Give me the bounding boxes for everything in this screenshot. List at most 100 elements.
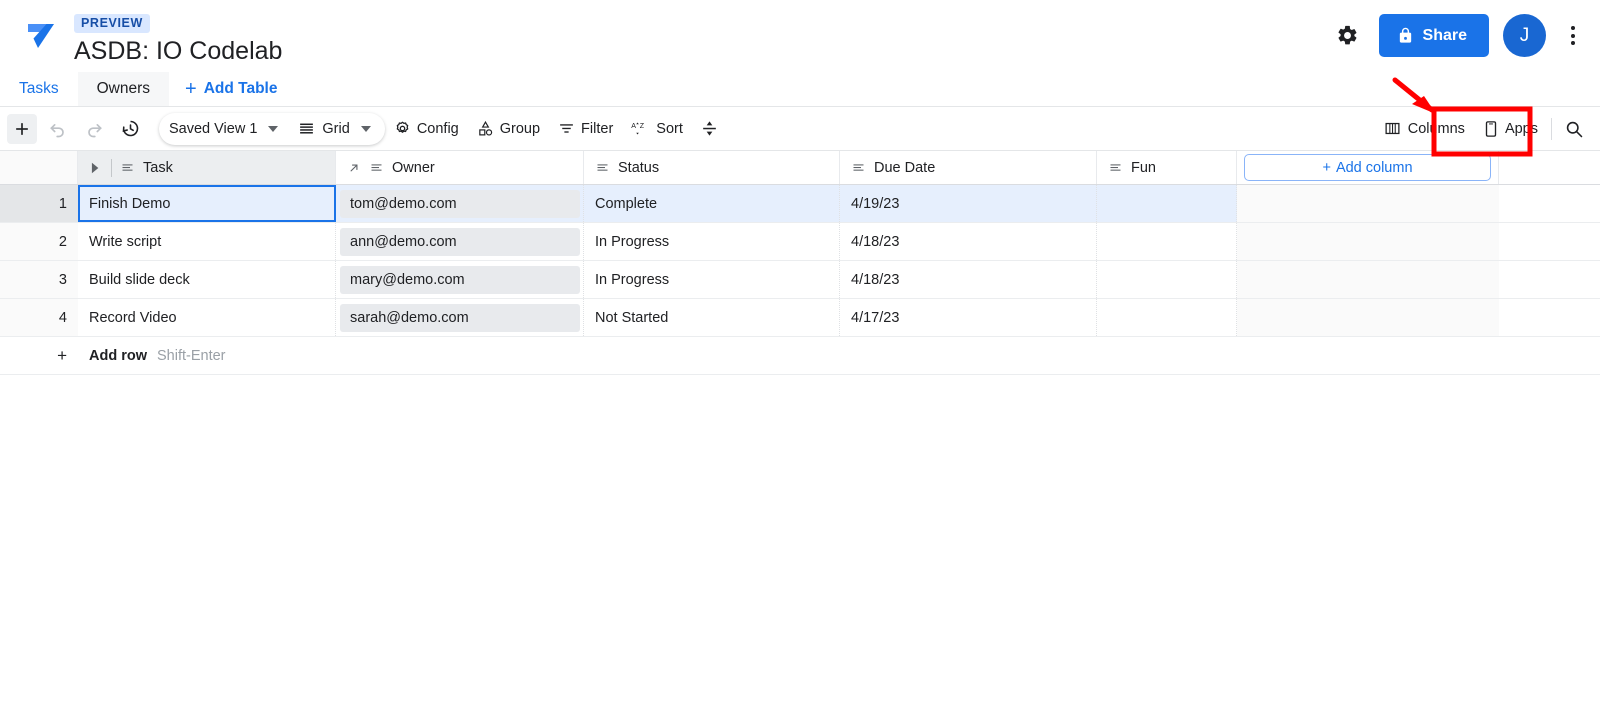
cell-due-date[interactable]: 4/19/23 (840, 185, 1097, 222)
add-column-button[interactable]: + Add column (1244, 154, 1491, 181)
owner-chip-wrap: sarah@demo.com (337, 304, 583, 332)
cell-empty-tail (1237, 223, 1499, 260)
text-lines-icon (120, 160, 135, 175)
table-row[interactable]: 4 Record Video sarah@demo.com Not Starte… (0, 299, 1600, 337)
column-header-due-date[interactable]: Due Date (840, 151, 1097, 184)
add-table-button[interactable]: + Add Table (169, 72, 291, 106)
redo-button[interactable] (79, 114, 109, 144)
avatar-initial: J (1520, 25, 1530, 47)
cell-status[interactable]: In Progress (584, 223, 840, 260)
plus-icon: + (57, 346, 67, 366)
column-header-label: Task (143, 160, 173, 176)
add-column-cell: + Add column (1237, 151, 1499, 184)
cell-owner[interactable]: tom@demo.com (336, 185, 584, 222)
cell-due-date[interactable]: 4/18/23 (840, 223, 1097, 260)
cell-owner[interactable]: sarah@demo.com (336, 299, 584, 336)
column-header-fun[interactable]: Fun (1097, 151, 1237, 184)
filter-button[interactable]: Filter (549, 113, 622, 145)
more-options-button[interactable] (1560, 19, 1586, 53)
group-button[interactable]: Group (468, 113, 549, 145)
cell-status[interactable]: Not Started (584, 299, 840, 336)
kebab-dot (1571, 34, 1575, 38)
cell-task[interactable]: Record Video (78, 299, 336, 336)
cell-fun[interactable] (1097, 185, 1237, 222)
row-number-header (0, 151, 78, 184)
apps-button[interactable]: Apps (1474, 113, 1547, 145)
tab-tasks[interactable]: Tasks (0, 72, 78, 106)
add-column-label: Add column (1336, 160, 1413, 176)
add-row-button[interactable]: Add row Shift-Enter (78, 348, 226, 364)
table-row[interactable]: 1 Finish Demo tom@demo.com Complete 4/19… (0, 185, 1600, 223)
plus-icon (12, 119, 32, 139)
column-header-label: Owner (392, 160, 435, 176)
cell-task[interactable]: Finish Demo (78, 185, 336, 222)
chevron-down-icon (361, 126, 371, 132)
owner-chip: sarah@demo.com (340, 304, 580, 332)
cell-fun[interactable] (1097, 299, 1237, 336)
cell-due-date[interactable]: 4/17/23 (840, 299, 1097, 336)
text-lines-icon (595, 160, 610, 175)
text-lines-icon (369, 160, 384, 175)
table-row[interactable]: 2 Write script ann@demo.com In Progress … (0, 223, 1600, 261)
cell-task[interactable]: Build slide deck (78, 261, 336, 298)
cell-empty-tail (1237, 185, 1499, 222)
cell-due-date[interactable]: 4/18/23 (840, 261, 1097, 298)
cell-status[interactable]: Complete (584, 185, 840, 222)
column-header-label: Fun (1131, 160, 1156, 176)
redo-icon (84, 119, 104, 139)
column-header-status[interactable]: Status (584, 151, 840, 184)
row-number[interactable]: 4 (0, 299, 78, 336)
column-header-task[interactable]: Task (78, 151, 336, 184)
kebab-dot (1571, 41, 1575, 45)
settings-button[interactable] (1331, 19, 1365, 53)
row-number[interactable]: 2 (0, 223, 78, 260)
cell-owner[interactable]: mary@demo.com (336, 261, 584, 298)
owner-chip: tom@demo.com (340, 190, 580, 218)
view-type-dropdown[interactable]: Grid (288, 114, 380, 144)
mobile-app-icon (1483, 120, 1499, 138)
group-label: Group (500, 121, 540, 137)
preview-badge: PREVIEW (74, 14, 150, 33)
app-header: PREVIEW ASDB: IO Codelab Share J (0, 0, 1600, 72)
share-button[interactable]: Share (1379, 14, 1489, 57)
row-number[interactable]: 1 (0, 185, 78, 222)
sort-az-icon: A Z (631, 120, 650, 137)
add-row[interactable]: + Add row Shift-Enter (0, 337, 1600, 375)
plus-icon: + (1322, 160, 1330, 176)
undo-icon (48, 119, 68, 139)
add-record-button[interactable] (7, 114, 37, 144)
tab-owners[interactable]: Owners (78, 72, 169, 106)
owner-chip-wrap: mary@demo.com (337, 266, 583, 294)
cell-task[interactable]: Write script (78, 223, 336, 260)
cell-owner[interactable]: ann@demo.com (336, 223, 584, 260)
search-icon (1564, 119, 1584, 139)
add-row-label: Add row (89, 348, 147, 364)
kebab-dot (1571, 26, 1575, 30)
columns-icon (1383, 120, 1402, 137)
header-divider (111, 159, 112, 177)
row-height-button[interactable] (695, 114, 725, 144)
table-row[interactable]: 3 Build slide deck mary@demo.com In Prog… (0, 261, 1600, 299)
column-header-owner[interactable]: Owner (336, 151, 584, 184)
search-button[interactable] (1559, 114, 1589, 144)
config-button[interactable]: Config (385, 113, 468, 145)
toolbar-right-group: Columns Apps (1374, 107, 1592, 150)
columns-label: Columns (1408, 121, 1465, 137)
grid-header-row: Task Owner Status Due Date Fun + Add col… (0, 151, 1600, 185)
undo-button[interactable] (43, 114, 73, 144)
row-number[interactable]: 3 (0, 261, 78, 298)
config-label: Config (417, 121, 459, 137)
expand-record-icon (89, 161, 103, 175)
row-height-icon (700, 119, 719, 138)
columns-button[interactable]: Columns (1374, 113, 1474, 145)
cell-fun[interactable] (1097, 261, 1237, 298)
history-button[interactable] (115, 114, 145, 144)
page-title[interactable]: ASDB: IO Codelab (74, 35, 282, 67)
appsheet-logo-icon (24, 18, 58, 52)
cell-status[interactable]: In Progress (584, 261, 840, 298)
cell-fun[interactable] (1097, 223, 1237, 260)
avatar[interactable]: J (1503, 14, 1546, 57)
saved-view-dropdown[interactable]: Saved View 1 (159, 114, 288, 144)
sort-button[interactable]: A Z Sort (622, 113, 692, 145)
owner-chip-wrap: ann@demo.com (337, 228, 583, 256)
